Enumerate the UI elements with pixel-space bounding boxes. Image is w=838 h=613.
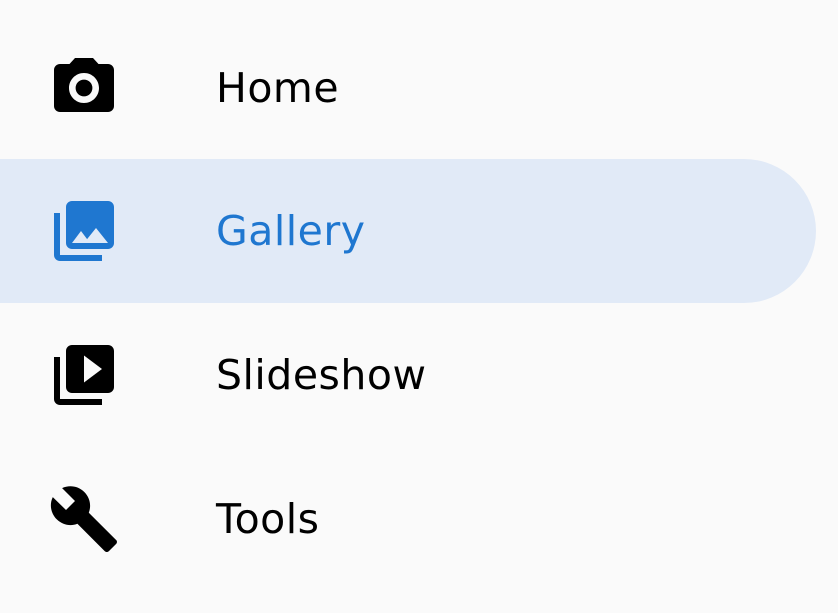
- nav-item-tools[interactable]: Tools: [0, 447, 816, 591]
- wrench-icon: [48, 483, 120, 555]
- camera-icon: [48, 52, 120, 124]
- nav-item-label: Home: [216, 63, 340, 112]
- navigation-drawer: Home Gallery Slideshow Tools: [0, 0, 838, 613]
- photo-library-icon: [48, 195, 120, 267]
- nav-item-gallery[interactable]: Gallery: [0, 159, 816, 303]
- nav-item-home[interactable]: Home: [0, 16, 816, 160]
- nav-item-label: Gallery: [216, 206, 366, 255]
- nav-item-label: Slideshow: [216, 350, 427, 399]
- nav-item-slideshow[interactable]: Slideshow: [0, 303, 816, 447]
- video-library-icon: [48, 339, 120, 411]
- nav-item-label: Tools: [216, 494, 320, 543]
